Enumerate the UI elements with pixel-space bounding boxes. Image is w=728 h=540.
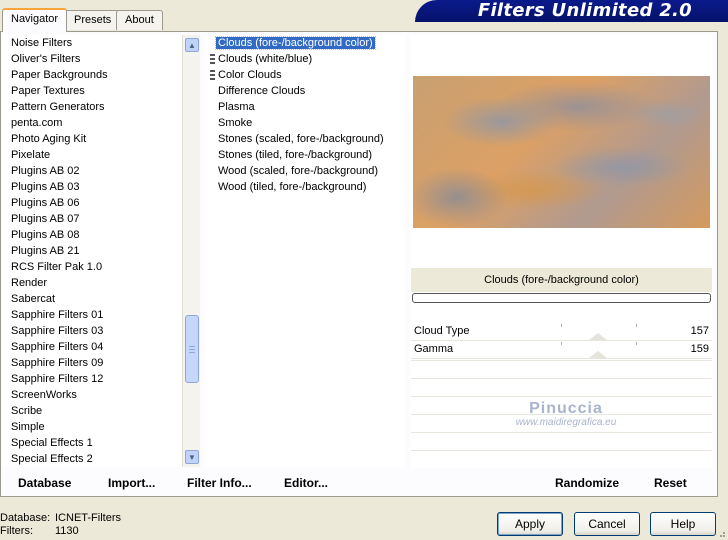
filter-item-label: Stones (tiled, fore-/background)	[218, 149, 373, 161]
filter-item[interactable]: Clouds (fore-/background color)	[205, 35, 405, 51]
resize-grip-icon[interactable]	[716, 530, 726, 538]
tab-presets[interactable]: Presets	[65, 10, 121, 30]
param-empty-row	[411, 450, 712, 468]
scroll-up-button[interactable]: ▲	[185, 38, 199, 52]
param-cloud-type[interactable]: Cloud Type 157	[411, 324, 712, 341]
filter-item[interactable]: Stones (scaled, fore-/background)	[205, 131, 405, 147]
apply-button[interactable]: Apply	[497, 512, 563, 536]
watermark-name: Pinuccia	[529, 400, 603, 417]
category-item[interactable]: Photo Aging Kit	[1, 131, 182, 147]
reset-button[interactable]: Reset	[654, 476, 687, 490]
filter-item[interactable]: Difference Clouds	[205, 83, 405, 99]
category-item[interactable]: Plugins AB 03	[1, 179, 182, 195]
param-value: 159	[690, 343, 709, 355]
category-item[interactable]: Plugins AB 06	[1, 195, 182, 211]
app-title: Filters Unlimited 2.0	[477, 0, 692, 21]
category-item[interactable]: Sapphire Filters 03	[1, 323, 182, 339]
category-item[interactable]: Pixelate	[1, 147, 182, 163]
category-item[interactable]: Sapphire Filters 12	[1, 371, 182, 387]
category-item[interactable]: Plugins AB 02	[1, 163, 182, 179]
category-item[interactable]: Simple	[1, 419, 182, 435]
category-item[interactable]: Oliver's Filters	[1, 51, 182, 67]
database-status-value: ICNET-Filters	[55, 512, 121, 524]
tab-navigator[interactable]: Navigator	[2, 8, 68, 32]
filter-list: Clouds (fore-/background color) Clouds (w…	[205, 35, 405, 467]
category-item[interactable]: Special Effects 2	[1, 451, 182, 467]
filter-item[interactable]: Smoke	[205, 115, 405, 131]
category-item[interactable]: penta.com	[1, 115, 182, 131]
category-item[interactable]: Render	[1, 275, 182, 291]
randomize-button[interactable]: Randomize	[555, 476, 619, 490]
filter-item[interactable]: Plasma	[205, 99, 405, 115]
drag-marker-icon	[210, 54, 215, 64]
param-empty-row	[411, 360, 712, 378]
editor-button[interactable]: Editor...	[284, 476, 328, 490]
category-item[interactable]: Sapphire Filters 09	[1, 355, 182, 371]
category-item[interactable]: Paper Backgrounds	[1, 67, 182, 83]
category-scrollbar[interactable]: ▲ ▼	[182, 35, 200, 467]
param-label: Cloud Type	[414, 325, 470, 337]
param-empty-row	[411, 432, 712, 450]
filter-item-label: Wood (scaled, fore-/background)	[218, 165, 378, 177]
param-gamma[interactable]: Gamma 159	[411, 342, 712, 359]
filter-item-label: Clouds (fore-/background color)	[215, 36, 376, 50]
banner: Filters Unlimited 2.0	[415, 0, 728, 22]
filter-info-button[interactable]: Filter Info...	[187, 476, 252, 490]
category-item[interactable]: Pattern Generators	[1, 99, 182, 115]
drag-marker-icon	[210, 70, 215, 80]
filter-item[interactable]: Color Clouds	[205, 67, 405, 83]
param-value: 157	[690, 325, 709, 337]
watermark: Pinuccia www.maidiregrafica.eu	[496, 400, 636, 428]
filter-item-label: Wood (tiled, fore-/background)	[218, 181, 367, 193]
slider-arrow-icon[interactable]	[589, 333, 607, 340]
filter-item-label: Difference Clouds	[218, 85, 306, 97]
category-item[interactable]: Plugins AB 07	[1, 211, 182, 227]
selected-filter-name: Clouds (fore-/background color)	[411, 268, 712, 292]
category-item[interactable]: Sapphire Filters 04	[1, 339, 182, 355]
filters-status: Filters: 1130	[0, 525, 79, 537]
param-empty-row	[411, 378, 712, 396]
filter-item[interactable]: Wood (tiled, fore-/background)	[205, 179, 405, 195]
category-item[interactable]: Plugins AB 21	[1, 243, 182, 259]
filter-item-label: Plasma	[218, 101, 255, 113]
slider-arrow-icon[interactable]	[589, 351, 607, 358]
category-item[interactable]: Sabercat	[1, 291, 182, 307]
filter-item-label: Smoke	[218, 117, 253, 129]
category-item[interactable]: Scribe	[1, 403, 182, 419]
filter-item[interactable]: Clouds (white/blue)	[205, 51, 405, 67]
cancel-button[interactable]: Cancel	[574, 512, 640, 536]
watermark-url: www.maidiregrafica.eu	[515, 417, 617, 428]
filter-item-label: Stones (scaled, fore-/background)	[218, 133, 384, 145]
filters-status-label: Filters:	[0, 525, 33, 537]
category-item[interactable]: Plugins AB 08	[1, 227, 182, 243]
database-status: Database: ICNET-Filters	[0, 512, 121, 524]
import-button[interactable]: Import...	[108, 476, 155, 490]
category-item[interactable]: Noise Filters	[1, 35, 182, 51]
filter-item[interactable]: Stones (tiled, fore-/background)	[205, 147, 405, 163]
help-button[interactable]: Help	[650, 512, 716, 536]
filters-status-value: 1130	[55, 525, 79, 537]
scroll-down-button[interactable]: ▼	[185, 450, 199, 464]
filter-item[interactable]: Wood (scaled, fore-/background)	[205, 163, 405, 179]
category-item[interactable]: Special Effects 1	[1, 435, 182, 451]
database-status-label: Database:	[0, 512, 51, 524]
tab-about[interactable]: About	[116, 10, 163, 30]
progress-bar	[412, 293, 711, 303]
preview-image	[413, 76, 710, 228]
category-item[interactable]: ScreenWorks	[1, 387, 182, 403]
category-item[interactable]: Sapphire Filters 01	[1, 307, 182, 323]
param-label: Gamma	[414, 343, 454, 355]
filter-item-label: Clouds (white/blue)	[218, 53, 313, 65]
category-list: Noise Filters Oliver's Filters Paper Backg…	[1, 35, 182, 467]
category-item[interactable]: RCS Filter Pak 1.0	[1, 259, 182, 275]
filter-item-label: Color Clouds	[218, 69, 282, 81]
database-button[interactable]: Database	[18, 476, 71, 490]
category-item[interactable]: Paper Textures	[1, 83, 182, 99]
scroll-thumb[interactable]	[185, 315, 199, 383]
